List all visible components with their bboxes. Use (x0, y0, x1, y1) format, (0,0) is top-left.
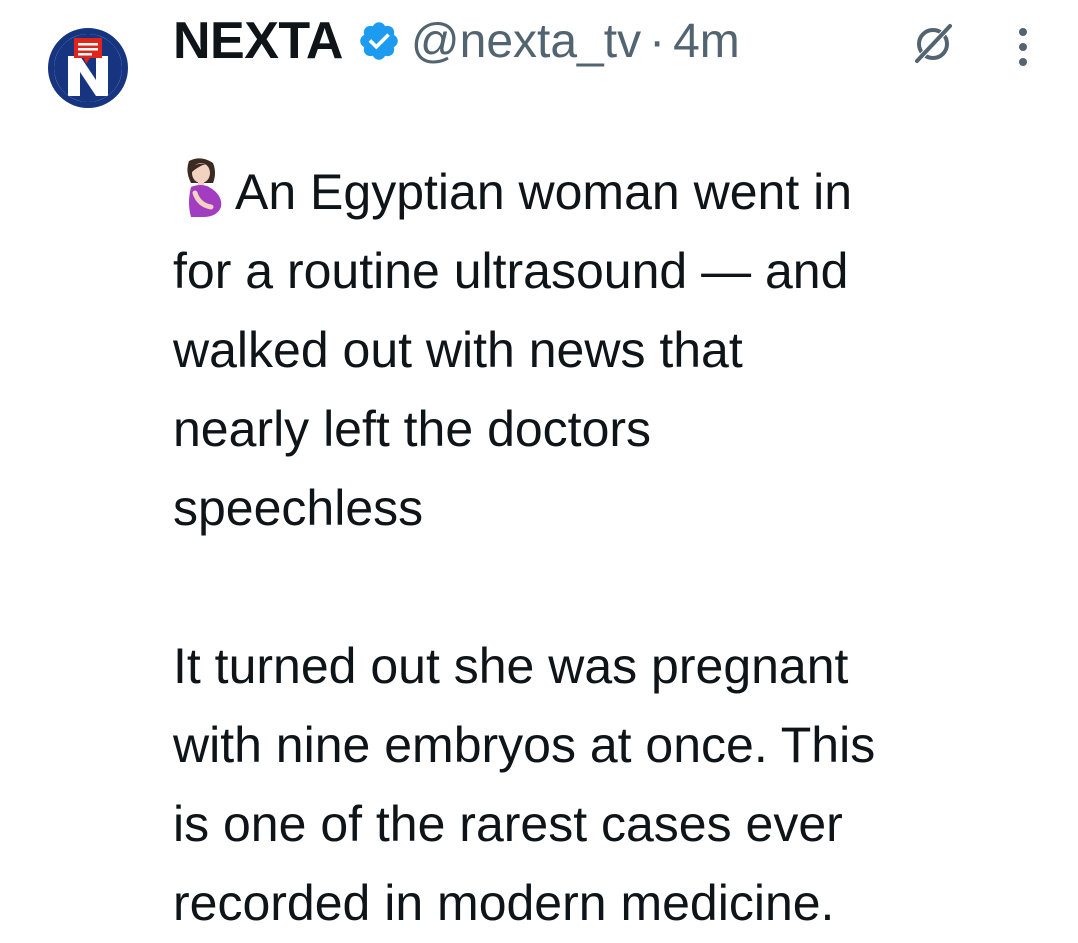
tweet-text: An Egyptian woman went in for a routine … (173, 74, 1053, 943)
nexta-logo-icon (54, 34, 122, 102)
pregnant-woman-emoji (187, 158, 222, 217)
author-name[interactable]: NEXTA (173, 11, 343, 71)
author-handle[interactable]: @nexta_tv (411, 14, 641, 69)
tweet-paragraph-2: It turned out she was pregnant with nine… (173, 638, 876, 931)
avatar[interactable] (48, 28, 128, 108)
tweet-paragraph-1: An Egyptian woman went in for a routine … (173, 164, 853, 536)
verified-badge-icon (360, 22, 398, 60)
separator-dot: · (649, 14, 666, 68)
more-options-icon[interactable] (1008, 24, 1038, 70)
timestamp[interactable]: 4m (673, 14, 740, 69)
tweet-header: NEXTA @nexta_tv · 4m (173, 6, 740, 76)
grok-icon[interactable] (910, 20, 956, 66)
